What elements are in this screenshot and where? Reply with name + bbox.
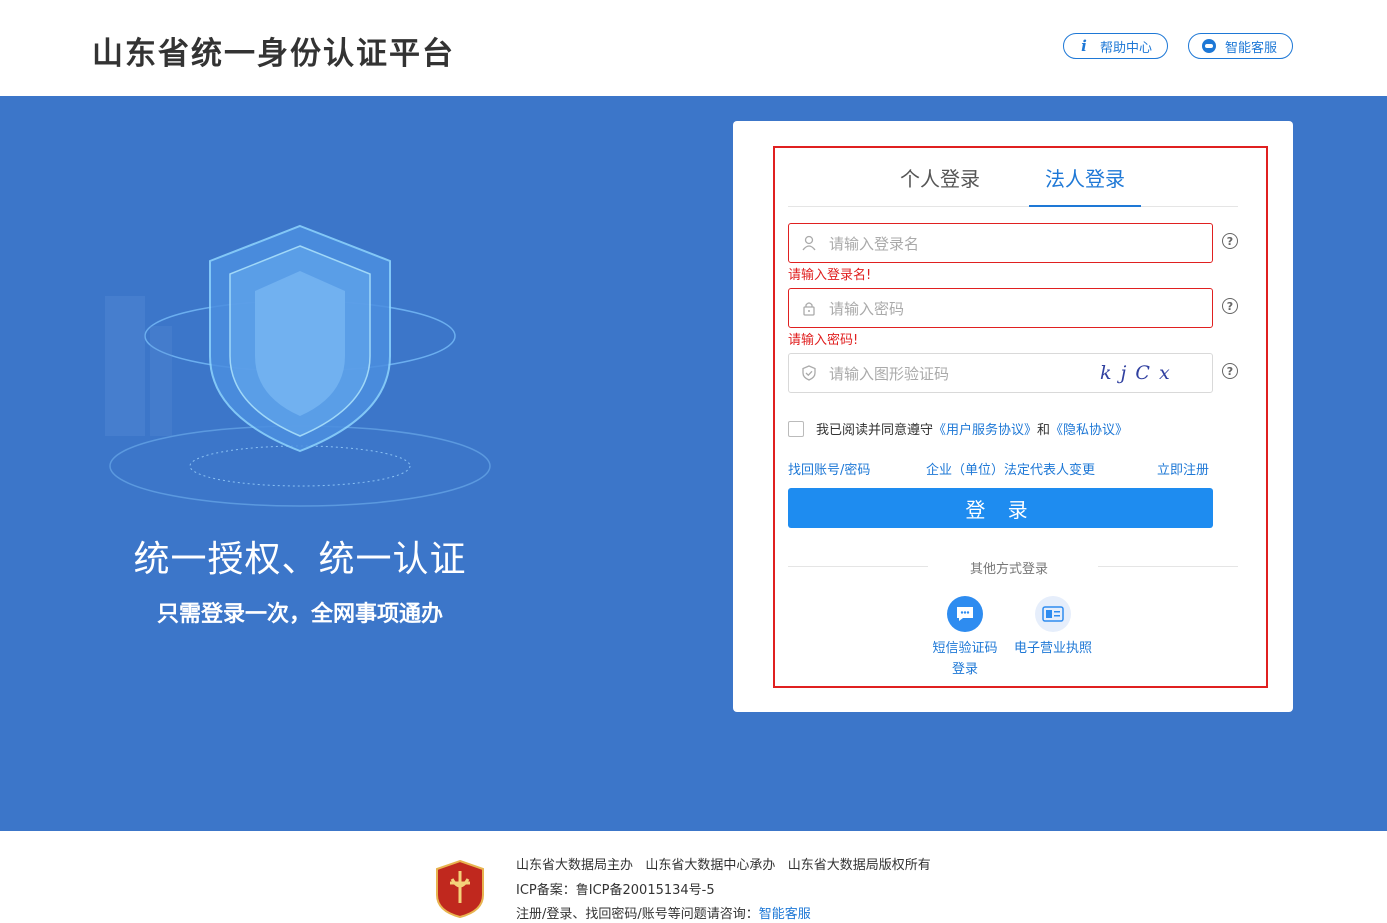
agree-text: 我已阅读并同意遵守 bbox=[816, 423, 934, 438]
password-placeholder: 请输入密码 bbox=[829, 299, 905, 318]
agree-and: 和 bbox=[1037, 423, 1051, 438]
info-icon: i bbox=[1081, 37, 1087, 55]
help-center-button[interactable]: i 帮助中心 bbox=[1063, 33, 1168, 59]
business-license-login-option[interactable]: 电子营业执照 bbox=[1010, 596, 1096, 659]
footer-icp[interactable]: ICP备案：鲁ICP备20015134号-5 bbox=[516, 879, 715, 898]
divider-line bbox=[788, 566, 928, 567]
privacy-agreement-link[interactable]: 《隐私协议》 bbox=[1050, 419, 1128, 438]
sms-login-label-2: 登录 bbox=[951, 662, 978, 677]
agree-checkbox[interactable] bbox=[788, 420, 804, 437]
other-login-title: 其他方式登录 bbox=[970, 562, 1049, 577]
help-center-label: 帮助中心 bbox=[1100, 40, 1153, 56]
help-question-icon[interactable]: ? bbox=[1222, 233, 1238, 249]
username-field[interactable]: 请输入登录名 bbox=[788, 223, 1213, 263]
lock-icon bbox=[799, 300, 819, 316]
password-field[interactable]: 请输入密码 bbox=[788, 288, 1213, 328]
footer-smart-service-link[interactable]: 智能客服 bbox=[759, 907, 811, 922]
party-government-emblem-icon bbox=[433, 859, 487, 919]
login-tabs: 个人登录 法人登录 bbox=[788, 160, 1238, 207]
shield-check-icon bbox=[799, 365, 819, 381]
smart-service-label: 智能客服 bbox=[1225, 40, 1278, 56]
smart-service-button[interactable]: 智能客服 bbox=[1188, 33, 1293, 59]
captcha-image[interactable]: kjCx bbox=[1100, 362, 1190, 386]
user-icon bbox=[799, 235, 819, 251]
change-legal-rep-link[interactable]: 企业（单位）法定代表人变更 bbox=[926, 459, 1095, 478]
tab-legal-login[interactable]: 法人登录 bbox=[1029, 163, 1141, 207]
site-title: 山东省统一身份认证平台 bbox=[92, 36, 455, 72]
help-question-icon[interactable]: ? bbox=[1222, 298, 1238, 314]
id-card-icon bbox=[1035, 596, 1071, 632]
hero-slogan-main: 统一授权、统一认证 bbox=[133, 539, 467, 580]
chat-bot-icon bbox=[1201, 38, 1217, 54]
footer-organizers: 山东省大数据局主办 山东省大数据中心承办 山东省大数据局版权所有 bbox=[516, 858, 931, 873]
agreement-row: 我已阅读并同意遵守 《用户服务协议》 和 《隐私协议》 bbox=[788, 419, 1128, 438]
divider-line bbox=[1098, 566, 1238, 567]
register-link[interactable]: 立即注册 bbox=[1157, 459, 1209, 478]
login-button[interactable]: 登 录 bbox=[788, 488, 1213, 528]
username-error: 请输入登录名! bbox=[788, 268, 872, 283]
user-service-agreement-link[interactable]: 《用户服务协议》 bbox=[933, 419, 1037, 438]
top-bar: 山东省统一身份认证平台 i 帮助中心 智能客服 bbox=[0, 0, 1387, 96]
username-placeholder: 请输入登录名 bbox=[829, 234, 920, 253]
tab-personal-login[interactable]: 个人登录 bbox=[900, 163, 980, 207]
sms-login-label-1: 短信验证码 bbox=[932, 641, 998, 656]
hero-slogan-sub: 只需登录一次，全网事项通办 bbox=[156, 602, 443, 627]
recover-account-link[interactable]: 找回账号/密码 bbox=[788, 459, 870, 478]
business-license-label: 电子营业执照 bbox=[1013, 641, 1092, 656]
help-question-icon[interactable]: ? bbox=[1222, 363, 1238, 379]
sms-login-option[interactable]: 短信验证码 登录 bbox=[925, 596, 1005, 680]
footer: 山东省大数据局主办 山东省大数据中心承办 山东省大数据局版权所有 ICP备案：鲁… bbox=[0, 831, 1387, 922]
footer-help: 注册/登录、找回密码/账号等问题请咨询：智能客服 bbox=[516, 903, 811, 922]
password-error: 请输入密码! bbox=[788, 333, 859, 348]
footer-help-text: 注册/登录、找回密码/账号等问题请咨询： bbox=[516, 907, 759, 922]
sms-icon bbox=[947, 596, 983, 632]
captcha-placeholder: 请输入图形验证码 bbox=[829, 364, 950, 383]
